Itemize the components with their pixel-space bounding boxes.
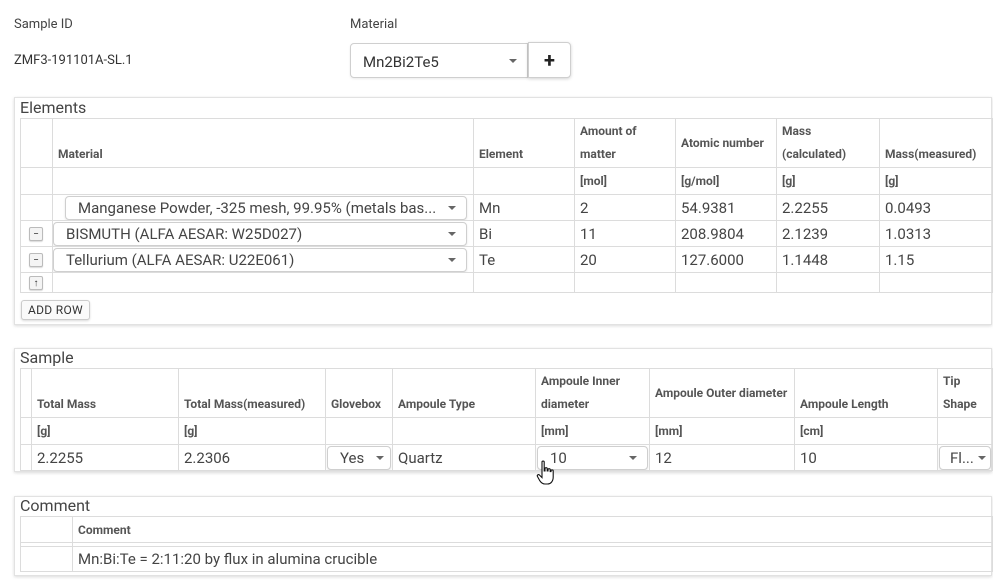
sample-id-label: Sample ID: [14, 17, 73, 32]
table-row-empty: ↑: [20, 272, 993, 293]
material-select-value: Mn2Bi2Te5: [363, 53, 439, 71]
header-ampoule-length: Ampoule Length: [794, 368, 938, 418]
unit-atomic: [g/mol]: [675, 167, 777, 195]
table-row: − BISMUTH (ALFA AESAR: W25D027) Bi 11 20…: [20, 220, 993, 247]
comment-title: Comment: [20, 496, 91, 515]
material-select[interactable]: Mn2Bi2Te5: [350, 43, 528, 78]
elements-header-row: Material Element Amount of matter Atomic…: [20, 118, 993, 168]
chevron-down-icon: [978, 455, 986, 460]
sample-units-row: [g] [g] [mm] [mm] [cm]: [20, 417, 993, 445]
material-label: Material: [350, 17, 398, 32]
amount-cell[interactable]: 2: [574, 194, 676, 221]
remove-row-button[interactable]: −: [29, 227, 43, 242]
header-mass-meas: Mass(measured): [879, 118, 993, 168]
unit-total-mass-meas: [g]: [178, 417, 326, 445]
mass-meas-cell[interactable]: 1.15: [879, 246, 993, 273]
add-material-button[interactable]: +: [528, 42, 571, 78]
header-ampoule-type: Ampoule Type: [392, 368, 536, 418]
header-total-mass-meas: Total Mass(measured): [178, 368, 326, 418]
comment-table: Comment Mn:Bi:Te = 2:11:20 by flux in al…: [20, 516, 993, 572]
unit-inner: [mm]: [535, 417, 650, 445]
tip-shape-select[interactable]: Fl...: [939, 445, 991, 470]
mass-calc-cell[interactable]: 1.1448: [776, 246, 880, 273]
amount-cell[interactable]: 11: [574, 220, 676, 247]
chevron-down-icon: [629, 455, 637, 460]
chevron-down-icon: [448, 257, 456, 262]
mass-calc-cell[interactable]: 2.1239: [776, 220, 880, 247]
chevron-down-icon: [376, 455, 384, 460]
element-cell[interactable]: Te: [473, 246, 575, 273]
glovebox-select[interactable]: Yes: [327, 445, 391, 470]
header-element: Element: [473, 118, 575, 168]
ampoule-length-cell[interactable]: 10: [794, 444, 938, 471]
chevron-down-icon: [448, 231, 456, 236]
sample-title: Sample: [20, 348, 74, 367]
mass-meas-cell[interactable]: 1.0313: [879, 220, 993, 247]
ampoule-type-cell[interactable]: Quartz: [392, 444, 536, 471]
amount-cell[interactable]: 20: [574, 246, 676, 273]
unit-mass-calc: [g]: [776, 167, 880, 195]
header-comment: Comment: [72, 516, 993, 543]
table-row: − Tellurium (ALFA AESAR: U22E061) Te 20 …: [20, 246, 993, 273]
material-row-select[interactable]: BISMUTH (ALFA AESAR: W25D027): [53, 221, 467, 246]
atomic-cell[interactable]: 54.9381: [675, 194, 777, 221]
chevron-down-icon: [448, 205, 456, 210]
table-row: Mn:Bi:Te = 2:11:20 by flux in alumina cr…: [20, 546, 993, 572]
header-handle-cell: [20, 118, 53, 168]
sample-header-row: Total Mass Total Mass(measured) Glovebox…: [20, 368, 993, 418]
chevron-down-icon: [509, 59, 517, 63]
unit-total-mass: [g]: [31, 417, 179, 445]
header-tip-shape: Tip Shape: [937, 368, 993, 418]
elements-title: Elements: [20, 98, 87, 117]
table-row: Manganese Powder, -325 mesh, 99.95% (met…: [20, 194, 993, 221]
header-outer-diameter: Ampoule Outer diameter: [649, 368, 795, 418]
material-row-select[interactable]: Manganese Powder, -325 mesh, 99.95% (met…: [65, 195, 467, 220]
unit-mass-meas: [g]: [879, 167, 993, 195]
hand-cursor-icon: [536, 460, 554, 485]
unit-amount: [mol]: [574, 167, 676, 195]
comment-header-row: Comment: [20, 516, 993, 543]
total-mass-meas-cell[interactable]: 2.2306: [178, 444, 326, 471]
move-up-button[interactable]: ↑: [29, 276, 43, 291]
mass-meas-cell[interactable]: 0.0493: [879, 194, 993, 221]
remove-row-button[interactable]: −: [29, 253, 43, 268]
add-row-button[interactable]: ADD ROW: [21, 300, 90, 320]
element-cell[interactable]: Mn: [473, 194, 575, 221]
header-mass-calc: Mass (calculated): [776, 118, 880, 168]
header-total-mass: Total Mass: [31, 368, 179, 418]
total-mass-cell[interactable]: 2.2255: [31, 444, 179, 471]
material-row-select[interactable]: Tellurium (ALFA AESAR: U22E061): [53, 247, 467, 272]
atomic-cell[interactable]: 208.9804: [675, 220, 777, 247]
header-amount: Amount of matter: [574, 118, 676, 168]
sample-table: Total Mass Total Mass(measured) Glovebox…: [20, 368, 993, 471]
header-material: Material: [52, 118, 474, 168]
atomic-cell[interactable]: 127.6000: [675, 246, 777, 273]
sample-id-value: ZMF3-191101A-SL.1: [14, 53, 133, 68]
elements-table: Material Element Amount of matter Atomic…: [20, 118, 993, 293]
outer-diameter-cell[interactable]: 12: [649, 444, 795, 471]
header-inner-diameter: Ampoule Inner diameter: [535, 368, 650, 418]
unit-length: [cm]: [794, 417, 938, 445]
element-cell[interactable]: Bi: [473, 220, 575, 247]
table-row: 2.2255 2.2306 Yes Quartz 10 12 10 Fl...: [20, 444, 993, 471]
comment-cell[interactable]: Mn:Bi:Te = 2:11:20 by flux in alumina cr…: [72, 546, 993, 572]
mass-calc-cell[interactable]: 2.2255: [776, 194, 880, 221]
header-glovebox: Glovebox: [325, 368, 393, 418]
elements-units-row: [mol] [g/mol] [g] [g]: [20, 167, 993, 195]
header-atomic: Atomic number: [675, 118, 777, 168]
unit-outer: [mm]: [649, 417, 795, 445]
